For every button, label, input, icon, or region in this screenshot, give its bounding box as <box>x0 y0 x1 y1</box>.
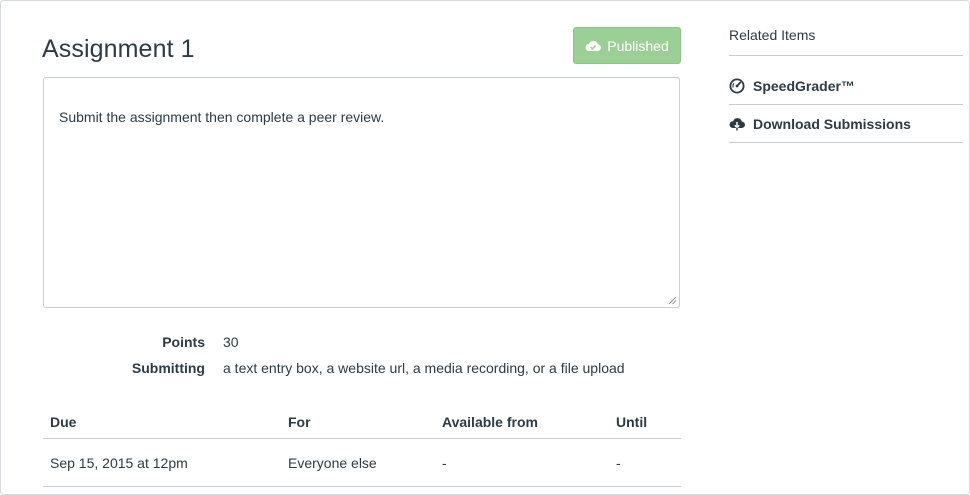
related-items-sidebar: Related Items SpeedGrader™ Download Subm… <box>729 25 963 143</box>
column-header-until: Until <box>616 414 648 430</box>
due-date-cell: Sep 15, 2015 at 12pm <box>50 455 188 471</box>
resize-handle-icon[interactable] <box>668 296 677 305</box>
speedgrader-label: SpeedGrader™ <box>753 77 855 94</box>
points-value: 30 <box>223 334 239 350</box>
sidebar-title: Related Items <box>729 25 963 56</box>
available-from-cell: - <box>442 455 447 471</box>
until-cell: - <box>616 455 621 471</box>
published-label: Published <box>607 37 669 54</box>
assignment-page: Assignment 1 Published Submit the assign… <box>0 0 970 495</box>
submitting-row: Submitting a text entry box, a website u… <box>43 360 683 380</box>
column-header-due: Due <box>50 414 77 430</box>
description-box[interactable]: Submit the assignment then complete a pe… <box>43 77 680 308</box>
download-submissions-label: Download Submissions <box>753 115 911 132</box>
speedgrader-icon <box>729 78 745 94</box>
points-row: Points 30 <box>43 334 683 354</box>
points-label: Points <box>162 334 205 350</box>
cloud-download-icon <box>729 117 745 131</box>
assignment-description: Submit the assignment then complete a pe… <box>59 109 385 125</box>
column-header-for: For <box>288 414 311 430</box>
due-dates-table: Due For Available from Until Sep 15, 201… <box>43 405 681 487</box>
column-header-available-from: Available from <box>442 414 538 430</box>
cloud-check-icon <box>585 39 602 52</box>
speedgrader-link[interactable]: SpeedGrader™ <box>729 67 963 105</box>
table-header-row: Due For Available from Until <box>43 405 681 439</box>
table-row: Sep 15, 2015 at 12pm Everyone else - - <box>43 439 681 487</box>
download-submissions-link[interactable]: Download Submissions <box>729 105 963 143</box>
for-cell: Everyone else <box>288 455 377 471</box>
submitting-value: a text entry box, a website url, a media… <box>223 360 625 376</box>
published-button[interactable]: Published <box>573 27 681 64</box>
submitting-label: Submitting <box>131 360 205 376</box>
page-title: Assignment 1 <box>42 35 195 63</box>
